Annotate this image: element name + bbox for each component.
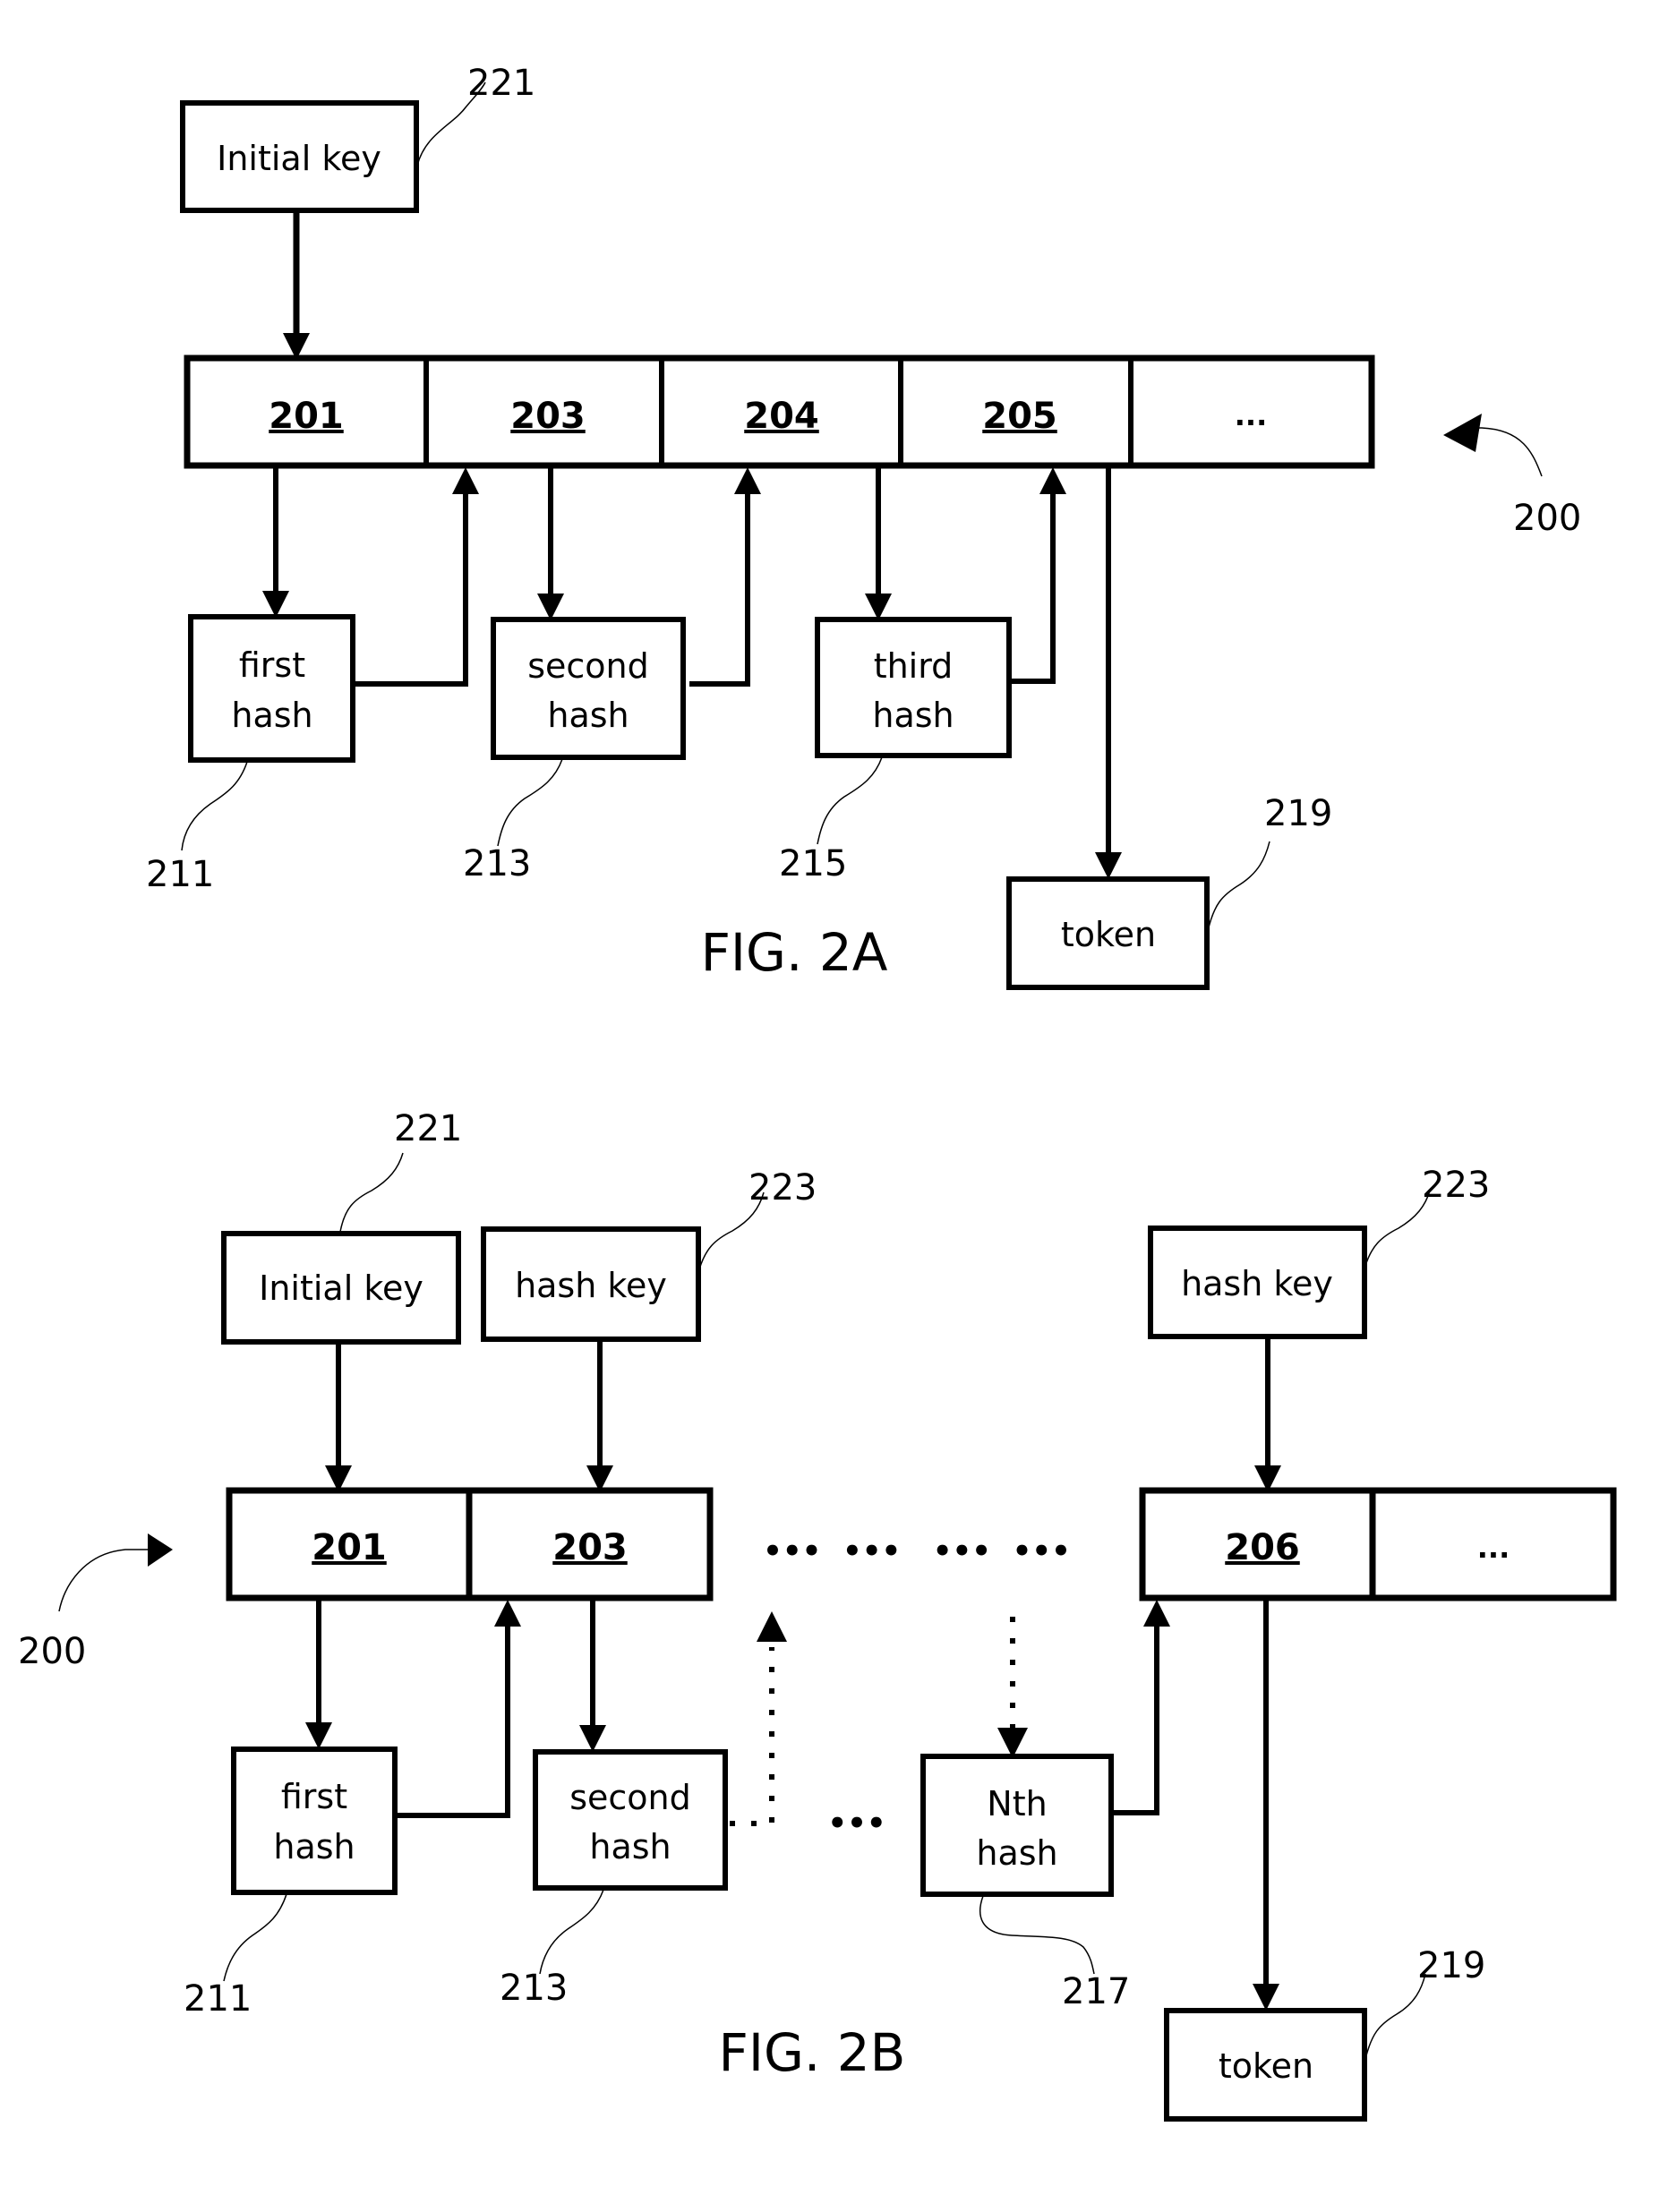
array-row: 201 203 204 205 ... xyxy=(184,354,1375,469)
arrow-third-hash-to-205 xyxy=(1009,467,1066,684)
array-gap-ellipsis: ••• ••• ••• ••• xyxy=(763,1533,1071,1569)
cell-ellipsis-2b: ... xyxy=(1477,1531,1510,1565)
cell-204: 204 xyxy=(744,396,819,437)
cell-203-2b: 203 xyxy=(552,1527,628,1568)
leader-line-219 xyxy=(1207,841,1270,932)
first-hash-line1: first xyxy=(239,645,305,685)
second-hash-box: second hash xyxy=(491,617,686,760)
second-hash-line1-2b: second xyxy=(569,1778,691,1817)
fig-2b: Initial key 221 hash key 223 hash key 22… xyxy=(18,1108,1617,2122)
arrow-201-to-first-hash-2b xyxy=(305,1598,332,1749)
ref-221: 221 xyxy=(467,63,535,104)
arrow-203-to-second-hash-2b xyxy=(579,1598,606,1752)
fig-2a: Initial key 221 201 203 204 205 ... 200 xyxy=(146,63,1581,990)
arrow-204-to-third-hash xyxy=(865,465,892,620)
hash-key-box-1: hash key xyxy=(481,1226,701,1342)
leader-line-223-2 xyxy=(1364,1190,1431,1267)
leader-line-213-2b xyxy=(539,1889,604,1975)
hash-key-1-label: hash key xyxy=(515,1266,667,1305)
ref-213: 213 xyxy=(463,843,531,884)
arrow-201-to-first-hash xyxy=(262,465,289,618)
ref-215: 215 xyxy=(779,843,847,884)
ref-211-2b: 211 xyxy=(184,1978,252,2020)
arrow-nth-hash-to-206 xyxy=(1111,1600,1170,1815)
nth-hash-line1: Nth xyxy=(987,1784,1047,1823)
token-box-2b: token xyxy=(1164,2008,1367,2122)
initial-key-box-2b: Initial key xyxy=(221,1231,461,1345)
ref-223-2: 223 xyxy=(1422,1165,1490,1206)
cell-206: 206 xyxy=(1225,1527,1300,1568)
first-hash-box-2b: first hash xyxy=(231,1747,398,1895)
initial-key-label: Initial key xyxy=(217,139,381,178)
hash-key-2-label: hash key xyxy=(1181,1264,1333,1303)
leader-line-211 xyxy=(181,761,248,851)
ref-217: 217 xyxy=(1062,1971,1130,2012)
third-hash-box: third hash xyxy=(815,617,1012,758)
second-hash-line2-2b: hash xyxy=(589,1827,671,1866)
ref-223-1: 223 xyxy=(748,1167,817,1208)
arrow-initial-key-to-201-2b xyxy=(325,1342,352,1492)
nth-hash-line2: hash xyxy=(976,1833,1057,1873)
patent-figure-sheet: Initial key 221 201 203 204 205 ... 200 xyxy=(18,63,1617,2122)
initial-key-label-2b: Initial key xyxy=(259,1268,423,1308)
ref-221-2b: 221 xyxy=(394,1108,462,1149)
second-hash-line1: second xyxy=(527,646,649,686)
cell-201: 201 xyxy=(269,396,344,437)
ref-200-2b: 200 xyxy=(18,1631,86,1672)
leader-line-221-2b xyxy=(339,1152,404,1233)
token-label-2b: token xyxy=(1219,2046,1313,2086)
cell-205: 205 xyxy=(982,396,1057,437)
figure-caption-2b: FIG. 2B xyxy=(719,2022,906,2083)
third-hash-line2: hash xyxy=(872,696,954,735)
dotted-arrow-second-hash-up xyxy=(730,1611,787,1826)
arrow-205-to-token xyxy=(1095,465,1122,879)
second-hash-box-2b: second hash xyxy=(533,1749,728,1891)
first-hash-line2-2b: hash xyxy=(273,1827,355,1866)
ref-200: 200 xyxy=(1513,498,1581,539)
first-hash-line2: hash xyxy=(231,696,312,735)
ref-219-2b: 219 xyxy=(1417,1945,1485,1986)
array-row-right: 206 ... xyxy=(1139,1487,1617,1601)
array-row-left: 201 203 xyxy=(226,1487,714,1601)
ref-200-pointer-2b xyxy=(58,1533,173,1612)
first-hash-box: first hash xyxy=(188,614,355,763)
ref-211: 211 xyxy=(146,854,214,895)
leader-line-215 xyxy=(817,756,883,845)
token-box: token xyxy=(1006,876,1210,990)
arrow-initial-key-to-201 xyxy=(283,210,310,360)
leader-line-213 xyxy=(497,758,563,847)
second-hash-line2: hash xyxy=(547,696,629,735)
third-hash-line1: third xyxy=(874,646,954,686)
hash-gap-ellipsis: ••• xyxy=(827,1806,885,1841)
first-hash-line1-2b: first xyxy=(281,1777,347,1816)
leader-line-217 xyxy=(979,1895,1095,1975)
arrow-hash-key-to-203 xyxy=(586,1339,613,1492)
leader-line-211-2b xyxy=(223,1893,287,1982)
ref-219: 219 xyxy=(1264,793,1332,834)
arrow-203-to-second-hash xyxy=(537,465,564,620)
token-label: token xyxy=(1061,915,1156,954)
initial-key-box: Initial key xyxy=(180,100,419,213)
arrow-second-hash-to-204 xyxy=(689,467,761,687)
arrow-hash-key-to-206 xyxy=(1254,1337,1281,1492)
figure-caption-2a: FIG. 2A xyxy=(701,922,888,983)
arrow-206-to-token xyxy=(1253,1598,1279,2011)
hash-key-box-2: hash key xyxy=(1148,1226,1367,1339)
cell-ellipsis: ... xyxy=(1235,398,1267,432)
cell-201-2b: 201 xyxy=(312,1527,387,1568)
cell-203: 203 xyxy=(510,396,586,437)
dotted-arrow-to-nth-hash xyxy=(997,1617,1028,1758)
arrow-first-hash-to-203-2b xyxy=(395,1600,521,1818)
ref-213-2b: 213 xyxy=(500,1968,568,2009)
ref-200-pointer xyxy=(1443,414,1543,477)
nth-hash-box: Nth hash xyxy=(920,1754,1114,1897)
arrow-first-hash-to-203 xyxy=(353,467,479,687)
leader-line-219-2b xyxy=(1364,1973,1426,2060)
